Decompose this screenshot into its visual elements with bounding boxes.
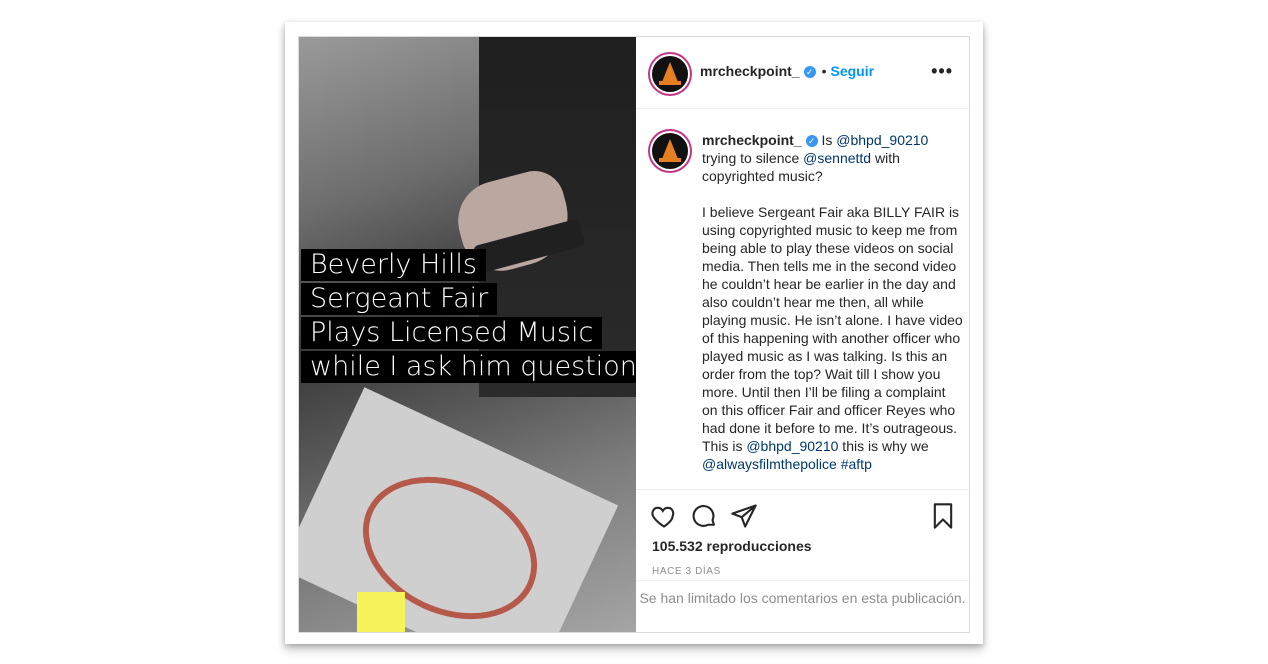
caption-line: Plays Licensed Music (301, 317, 603, 349)
separator-dot: • (821, 63, 827, 79)
caption-line: while I ask him questions (301, 351, 636, 383)
verified-badge-icon: ✓ (805, 135, 818, 148)
mention-link[interactable]: @alwaysfilmthepolice (702, 456, 837, 472)
traffic-cone-icon (662, 139, 678, 159)
share-icon[interactable] (730, 502, 758, 530)
caption-line: Sergeant Fair (301, 283, 498, 315)
bookmark-icon[interactable] (929, 502, 957, 530)
instagram-post: Beverly Hills Sergeant Fair Plays Licens… (298, 36, 970, 633)
post-header: mrcheckpoint_ ✓ • Seguir ••• (636, 37, 969, 109)
mention-link[interactable]: @bhpd_90210 (746, 438, 838, 454)
post-video[interactable]: Beverly Hills Sergeant Fair Plays Licens… (299, 37, 636, 632)
heart-icon[interactable] (650, 502, 678, 530)
traffic-cone-icon (662, 62, 678, 82)
comment-icon[interactable] (690, 502, 718, 530)
traffic-cone-base (659, 158, 681, 162)
mention-link[interactable]: @bhpd_90210 (836, 132, 928, 148)
comment-paragraph: I believe Sergeant Fair aka BILLY FAIR i… (702, 204, 963, 454)
avatar[interactable] (650, 131, 690, 171)
comment-text: Is (821, 132, 837, 148)
header-meta: mrcheckpoint_ ✓ • Seguir (700, 63, 874, 81)
caption-line: Beverly Hills (301, 249, 486, 281)
comment-username[interactable]: mrcheckpoint_ (702, 132, 802, 148)
hashtag-link[interactable]: #aftp (837, 456, 872, 472)
traffic-cone-base (659, 81, 681, 85)
comments-area[interactable]: mrcheckpoint_ ✓ Is @bhpd_90210 trying to … (636, 109, 969, 489)
verified-badge-icon: ✓ (803, 65, 816, 78)
caption-text: mrcheckpoint_ ✓ Is @bhpd_90210 trying to … (702, 131, 964, 473)
more-options-icon[interactable]: ••• (931, 61, 953, 82)
post-timestamp[interactable]: HACE 3 DÍAS (652, 566, 721, 577)
comments-limited-notice: Se han limitado los comentarios en esta … (636, 580, 969, 632)
follow-button[interactable]: Seguir (831, 63, 875, 79)
post-sidebar: mrcheckpoint_ ✓ • Seguir ••• mrcheckpoint_ ✓… (636, 37, 969, 632)
avatar[interactable] (650, 54, 690, 94)
mention-link[interactable]: @sennettd (803, 150, 871, 166)
header-username[interactable]: mrcheckpoint_ (700, 63, 800, 79)
comment-paragraph: this is why we (838, 438, 929, 454)
video-yellow-note (357, 592, 405, 632)
video-caption: Beverly Hills Sergeant Fair Plays Licens… (301, 249, 636, 385)
comment-text: trying to silence (702, 150, 804, 166)
views-count[interactable]: 105.532 reproducciones (652, 538, 812, 554)
